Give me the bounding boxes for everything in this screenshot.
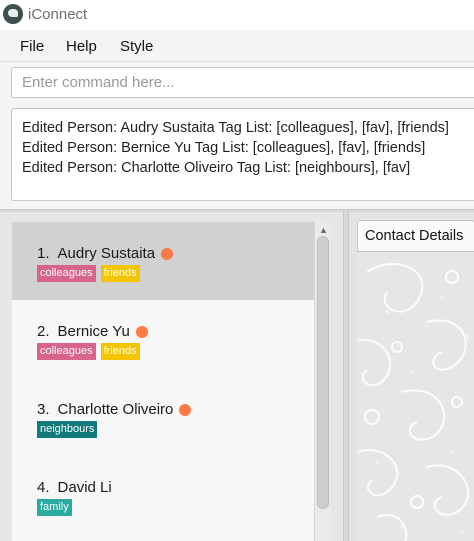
details-panel: Contact Details	[349, 212, 474, 541]
scroll-up-icon[interactable]: ▲	[319, 226, 328, 235]
person-index: 2.	[37, 323, 50, 340]
tag-friends: friends	[100, 265, 140, 282]
favourite-dot-icon	[135, 325, 148, 338]
title-bar: iConnect	[0, 0, 474, 30]
tag-list: family	[37, 499, 77, 516]
person-index: 1.	[37, 245, 50, 262]
tag-list: neighbours	[37, 421, 102, 438]
person-index: 4.	[37, 479, 50, 496]
result-line: Edited Person: Audry Sustaita Tag List: …	[22, 120, 449, 136]
command-input[interactable]	[11, 67, 474, 98]
favourite-dot-icon	[179, 403, 192, 416]
person-index: 3.	[37, 401, 50, 418]
tag-family: family	[37, 499, 72, 516]
contact-details-background	[357, 251, 474, 541]
tag-colleagues: colleagues	[37, 343, 96, 360]
list-scrollbar[interactable]: ▲	[314, 222, 331, 541]
person-name: David Li	[57, 479, 112, 496]
window-title: iConnect	[28, 6, 88, 23]
tag-neighbours: neighbours	[37, 421, 98, 438]
person-name: Charlotte Oliveiro	[57, 401, 174, 418]
result-line: Edited Person: Bernice Yu Tag List: [col…	[22, 140, 426, 156]
favourite-dot-icon	[161, 247, 174, 260]
person-name-row: 2. Bernice Yu	[37, 323, 148, 340]
person-card[interactable]: 4. David Li family	[12, 456, 314, 535]
person-name-row: 3. Charlotte Oliveiro	[37, 401, 192, 418]
menu-style[interactable]: Style	[120, 38, 153, 55]
paisley-pattern	[357, 252, 474, 541]
result-display: Edited Person: Audry Sustaita Tag List: …	[11, 108, 474, 201]
person-card[interactable]: 2. Bernice Yu colleagues friends	[12, 300, 314, 379]
person-name-row: 4. David Li	[37, 479, 112, 496]
result-line: Edited Person: Charlotte Oliveiro Tag Li…	[22, 160, 411, 176]
person-list-panel: 1. Audry Sustaita colleagues friends 2. Berni…	[0, 212, 343, 541]
person-name: Audry Sustaita	[57, 245, 156, 262]
tag-friends: friends	[100, 343, 140, 360]
scroll-thumb[interactable]	[317, 236, 329, 509]
tag-list: colleagues friends	[37, 265, 145, 282]
tag-colleagues: colleagues	[37, 265, 96, 282]
tab-contact-details[interactable]: Contact Details	[357, 220, 474, 251]
person-name-row: 1. Audry Sustaita	[37, 245, 174, 262]
person-card[interactable]: 3. Charlotte Oliveiro neighbours	[12, 378, 314, 457]
menu-file[interactable]: File	[20, 38, 44, 55]
person-card[interactable]: 1. Audry Sustaita colleagues friends	[12, 222, 314, 301]
app-icon	[3, 4, 23, 24]
menu-help[interactable]: Help	[66, 38, 97, 55]
person-list[interactable]: 1. Audry Sustaita colleagues friends 2. Berni…	[12, 222, 314, 541]
tag-list: colleagues friends	[37, 343, 145, 360]
menu-bar: File Help Style	[0, 30, 474, 62]
person-name: Bernice Yu	[57, 323, 130, 340]
